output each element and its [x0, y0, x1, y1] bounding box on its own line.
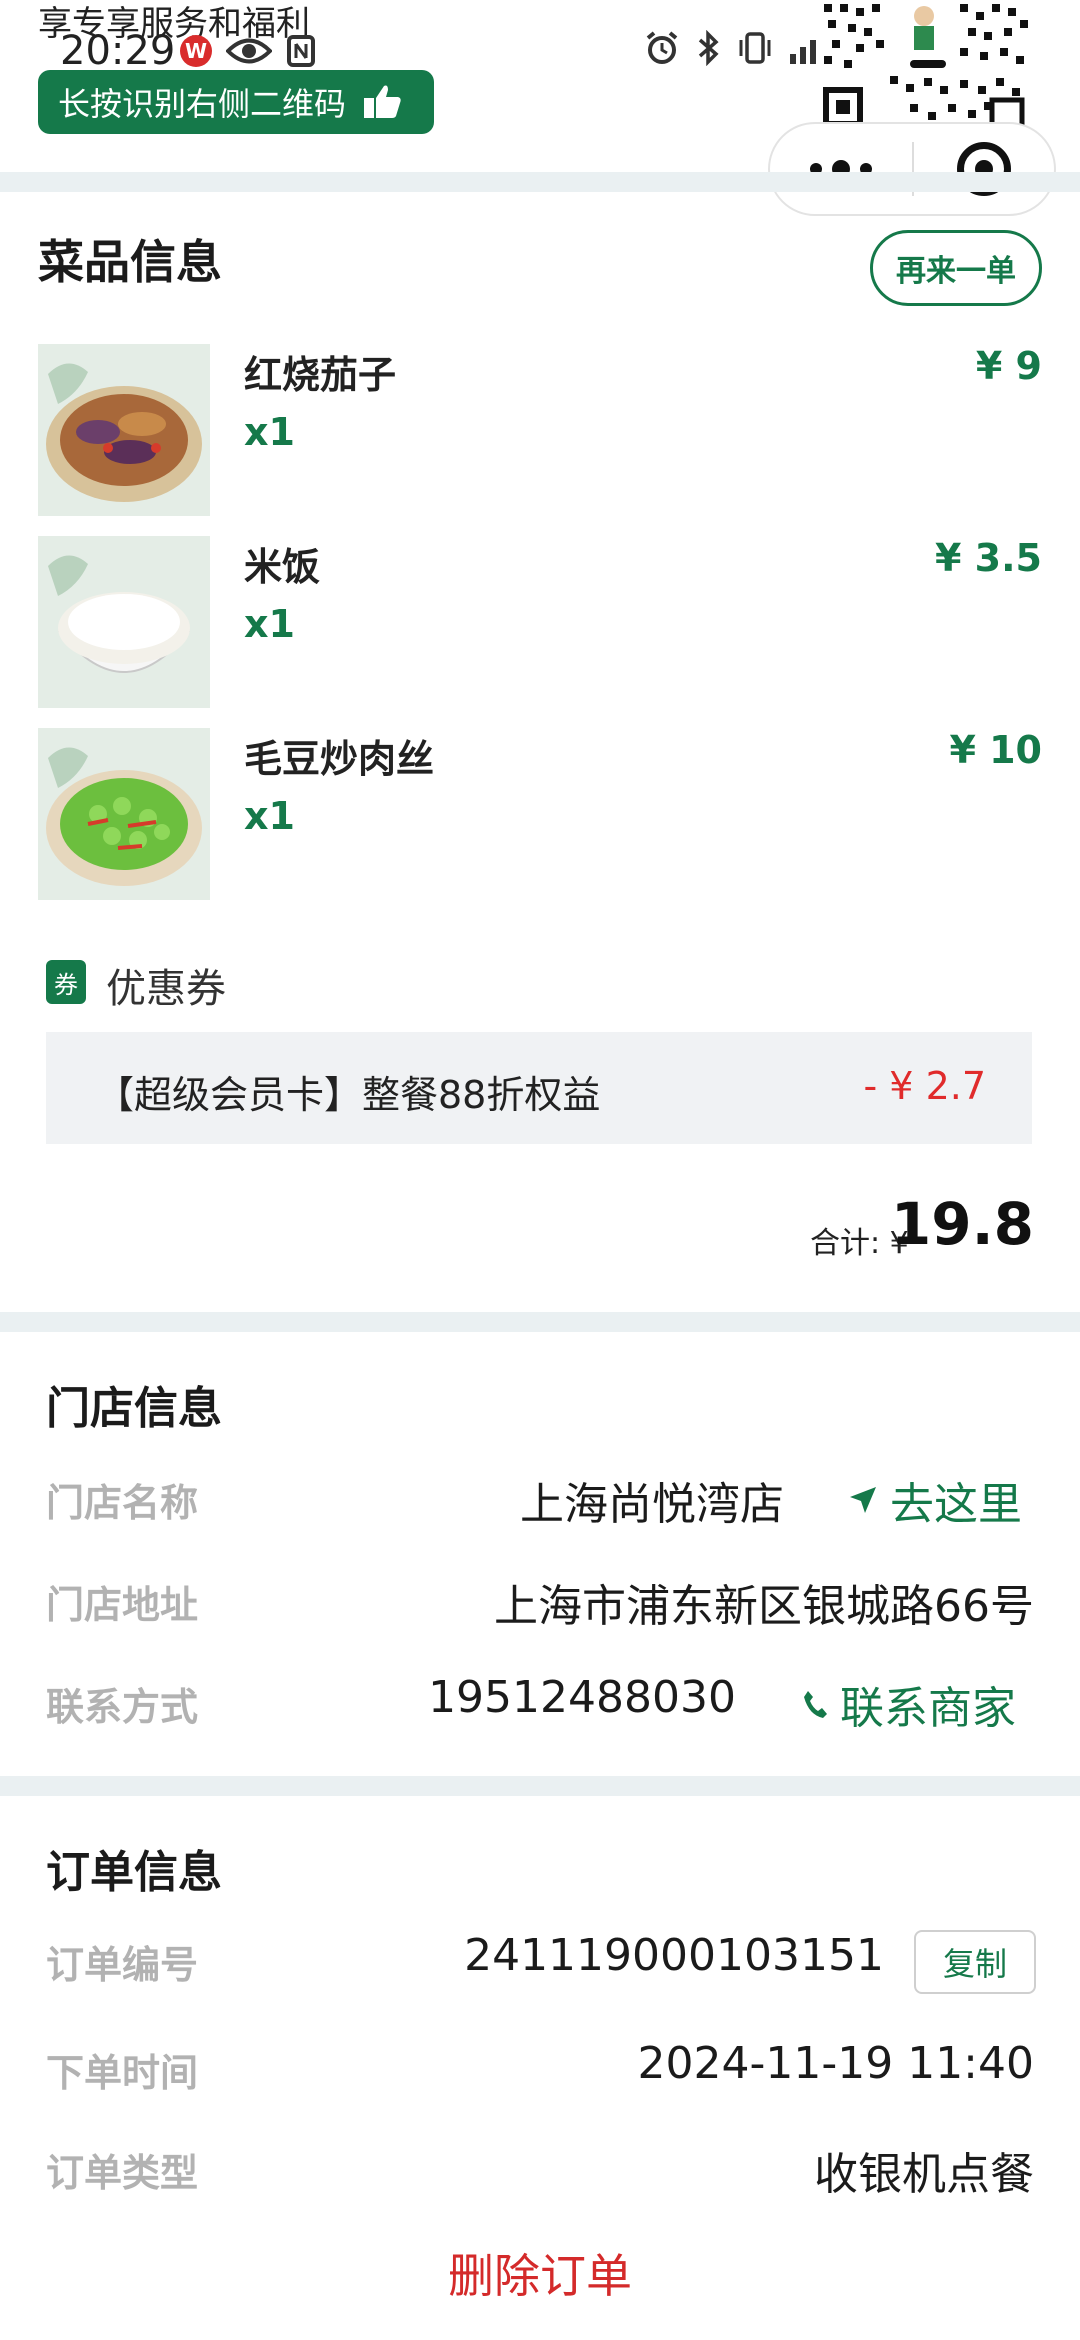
call-merchant-button[interactable]: 联系商家 [802, 1672, 1016, 1736]
dish-item: 米饭 x1 ¥ 3.5 [38, 536, 1042, 708]
status-icons-right [644, 30, 828, 66]
miniprogram-capsule [768, 122, 1056, 216]
dish-price: ¥ 3.5 [935, 536, 1042, 580]
coupon-row: 【超级会员卡】整餐88折权益 - ¥ 2.7 [46, 1032, 1032, 1144]
scan-qr-hint-label: 长按识别右侧二维码 [58, 85, 347, 123]
alarm-icon [646, 31, 678, 64]
more-dots-icon[interactable] [770, 124, 912, 214]
order-section-title: 订单信息 [46, 1847, 222, 1898]
store-address-label: 门店地址 [46, 1583, 199, 1627]
order-time-value: 2024-11-19 11:40 [637, 2038, 1035, 2089]
eye-icon [226, 38, 272, 64]
order-time-label: 下单时间 [46, 2051, 199, 2095]
section-divider [0, 1776, 1080, 1796]
dish-item: 红烧茄子 x1 ¥ 9 [38, 344, 1042, 516]
status-icons-left: W [180, 34, 316, 68]
navigate-button[interactable]: 去这里 [848, 1468, 1022, 1532]
dish-price: ¥ 9 [975, 344, 1042, 388]
contact-label: 联系方式 [46, 1685, 199, 1729]
status-time: 20:29 [60, 28, 176, 74]
store-name-value: 上海尚悦湾店 [520, 1479, 784, 1530]
navigate-label: 去这里 [890, 1479, 1022, 1530]
dish-quantity: x1 [244, 410, 295, 454]
dish-name: 红烧茄子 [244, 353, 397, 397]
dish-item: 毛豆炒肉丝 x1 ¥ 10 [38, 728, 1042, 900]
qr-code-graphic [820, 0, 1032, 132]
dish-name: 毛豆炒肉丝 [244, 737, 435, 781]
order-type-value: 收银机点餐 [814, 2149, 1034, 2200]
coupon-discount: - ¥ 2.7 [863, 1064, 986, 1108]
order-number-label: 订单编号 [46, 1943, 199, 1987]
phone-icon [804, 1691, 827, 1718]
dish-image-eggplant [38, 344, 210, 516]
store-section-title: 门店信息 [46, 1383, 222, 1434]
copy-order-number-button[interactable]: 复制 [914, 1930, 1036, 1994]
thumbs-pointing-icon [364, 85, 401, 118]
coupon-icon: 券 [46, 960, 86, 1004]
order-type-label: 订单类型 [46, 2151, 199, 2195]
weibo-icon: W [180, 35, 212, 67]
dish-name: 米饭 [244, 545, 321, 589]
section-divider [0, 172, 1080, 192]
vibrate-icon [739, 32, 771, 64]
call-merchant-label: 联系商家 [840, 1683, 1016, 1734]
store-name-label: 门店名称 [46, 1481, 199, 1525]
dish-quantity: x1 [244, 602, 295, 646]
dish-price: ¥ 10 [949, 728, 1042, 772]
dishes-section-title: 菜品信息 [38, 235, 222, 289]
bluetooth-icon [698, 30, 719, 66]
section-divider [0, 1312, 1080, 1332]
coupon-label: 优惠券 [106, 966, 226, 1012]
nfc-icon [287, 35, 315, 67]
qr-code-image[interactable] [820, 0, 1032, 132]
delete-order-button[interactable]: 删除订单 [0, 2240, 1080, 2306]
total-amount: 19.8 [890, 1190, 1034, 1258]
scan-qr-hint-button[interactable]: 长按识别右侧二维码 [38, 70, 434, 134]
dish-quantity: x1 [244, 794, 295, 838]
store-address-value: 上海市浦东新区银城路66号 [494, 1581, 1034, 1632]
dish-image-edamame [38, 728, 210, 900]
dish-image-rice [38, 536, 210, 708]
reorder-button[interactable]: 再来一单 [870, 230, 1042, 306]
navigation-arrow-icon [850, 1487, 876, 1513]
contact-phone-value: 19512488030 [428, 1672, 736, 1723]
coupon-text: 【超级会员卡】整餐88折权益 [96, 1073, 601, 1117]
order-number-value: 241119000103151 [464, 1930, 884, 1981]
